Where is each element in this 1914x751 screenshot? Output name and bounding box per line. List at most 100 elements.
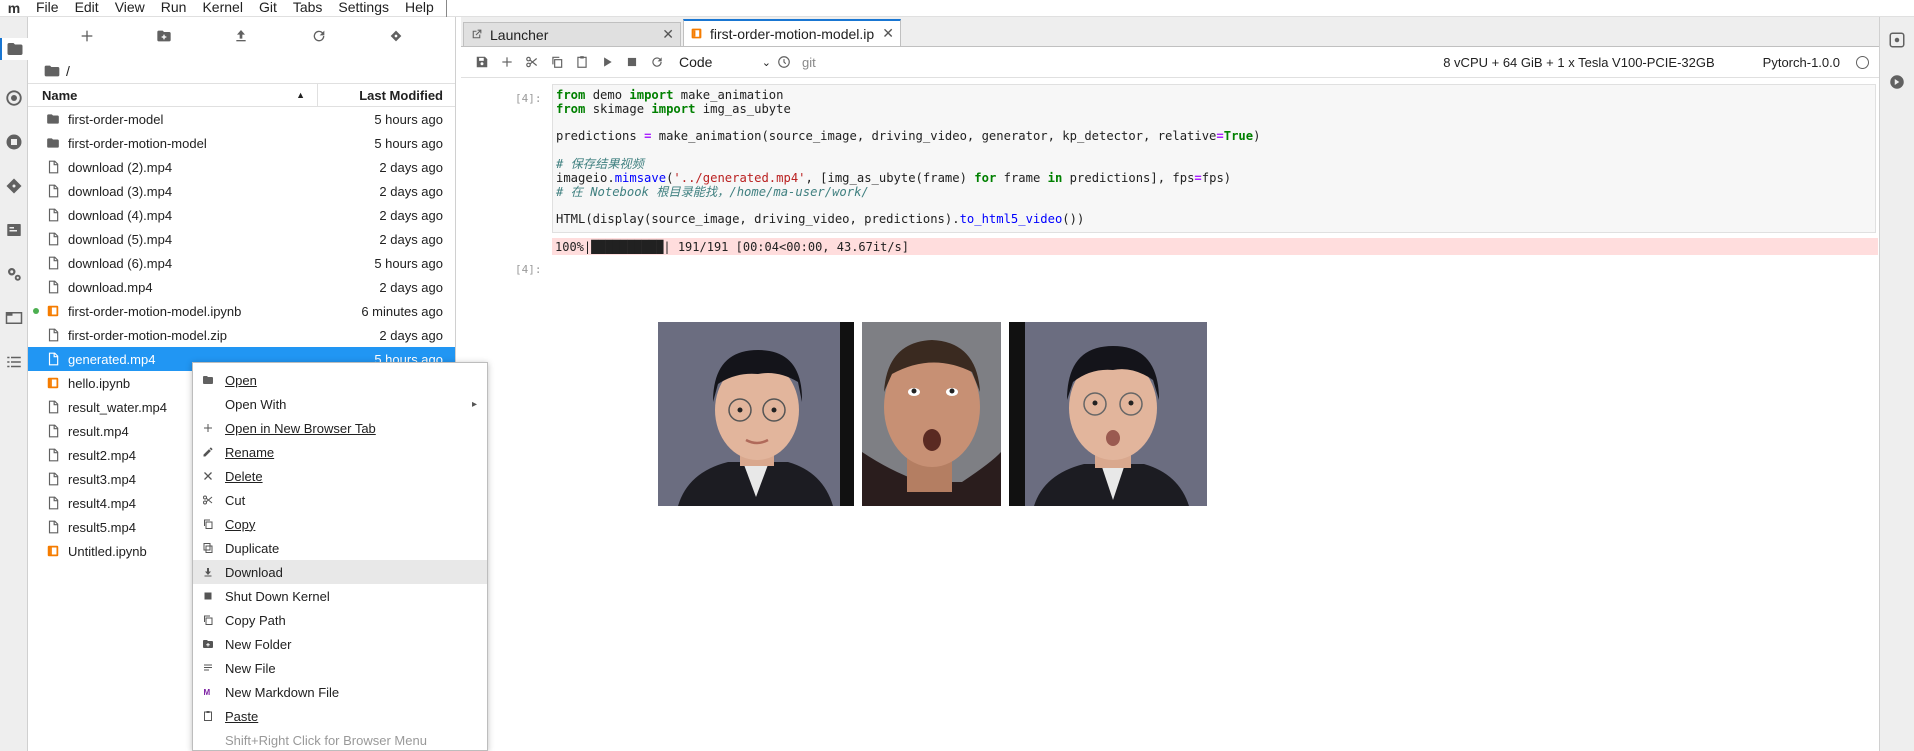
close-icon[interactable]: ✕ [662, 26, 674, 43]
run-icon[interactable] [594, 50, 619, 74]
save-icon[interactable] [469, 50, 494, 74]
menu-item-cut[interactable]: Cut [193, 488, 487, 512]
duplicate-icon [201, 541, 215, 555]
menu-view[interactable]: View [107, 0, 153, 17]
menu-edit[interactable]: Edit [67, 0, 107, 17]
modified-column-header[interactable]: Last Modified [318, 88, 455, 103]
menu-item-label: New Folder [225, 636, 292, 652]
file-row[interactable]: download (3).mp4 2 days ago [28, 179, 455, 203]
file-modified: 2 days ago [379, 279, 443, 295]
tab-launcher-label: Launcher [490, 26, 549, 43]
menu-item-new-file[interactable]: New File [193, 656, 487, 680]
new-launcher-icon[interactable] [79, 28, 95, 49]
code-line: # 在 Notebook 根目录能找，/home/ma-user/work/ [556, 184, 869, 199]
copy-path-icon [201, 613, 215, 627]
menu-item-copy-path[interactable]: Copy Path [193, 608, 487, 632]
plus-icon [201, 421, 215, 435]
menu-item-delete[interactable]: Delete [193, 464, 487, 488]
file-icon [46, 471, 60, 487]
menu-item-open[interactable]: Open [193, 368, 487, 392]
menu-item-new-folder[interactable]: New Folder [193, 632, 487, 656]
root-folder-icon[interactable] [44, 64, 60, 78]
code-cell-editor[interactable]: from demo import make_animation from skim… [552, 84, 1876, 233]
cell-type-dropdown[interactable]: Code ⌄ [679, 54, 771, 70]
paste-icon[interactable] [569, 50, 594, 74]
kernel-name[interactable]: Pytorch-1.0.0 [1763, 55, 1840, 70]
breadcrumb: / [28, 59, 455, 83]
file-list-header: Name ▲ Last Modified [28, 83, 455, 107]
menu-settings[interactable]: Settings [330, 0, 397, 17]
menu-item-label: Open With [225, 396, 287, 412]
svg-text:M: M [204, 688, 211, 697]
new-folder-icon[interactable] [156, 28, 172, 49]
git-clone-icon[interactable] [388, 28, 404, 49]
stop-circle-icon[interactable] [3, 131, 25, 153]
menu-item-paste[interactable]: Paste [193, 704, 487, 728]
menu-item-label: Copy Path [225, 612, 286, 628]
tabs-panel-icon[interactable] [3, 307, 25, 329]
refresh-icon[interactable] [311, 28, 327, 49]
file-icon [46, 327, 60, 343]
menu-run[interactable]: Run [153, 0, 195, 17]
tab-launcher[interactable]: Launcher ✕ [463, 22, 681, 46]
kernel-status-icon [1856, 55, 1869, 69]
notebook-icon [46, 543, 60, 559]
breadcrumb-path[interactable]: / [66, 63, 70, 79]
file-modified: 5 hours ago [374, 255, 443, 271]
tab-notebook[interactable]: first-order-motion-model.ip ✕ [683, 19, 901, 46]
table-of-contents-icon[interactable] [3, 351, 25, 373]
name-column-header[interactable]: Name ▲ [28, 83, 318, 107]
menu-help[interactable]: Help [397, 0, 442, 17]
menu-file[interactable]: File [28, 0, 67, 17]
upload-icon[interactable] [233, 28, 249, 49]
file-row[interactable]: first-order-motion-model.zip 2 days ago [28, 323, 455, 347]
code-line: # 保存结果视频 [556, 156, 644, 171]
output-prompt: [4]: [515, 263, 542, 276]
file-row[interactable]: download (4).mp4 2 days ago [28, 203, 455, 227]
menu-kernel[interactable]: Kernel [194, 0, 250, 17]
file-name: first-order-model [68, 111, 164, 127]
chevron-right-icon: ▸ [471, 398, 477, 410]
driving-video-frame [862, 322, 1001, 506]
menu-item-new-markdown-file[interactable]: M New Markdown File [193, 680, 487, 704]
file-row[interactable]: download (6).mp4 5 hours ago [28, 251, 455, 275]
running-sessions-icon[interactable] [3, 87, 25, 109]
file-row[interactable]: download (5).mp4 2 days ago [28, 227, 455, 251]
file-name: first-order-motion-model.ipynb [68, 303, 242, 319]
stop-icon[interactable] [619, 50, 644, 74]
menu-bar: m File Edit View Run Kernel Git Tabs Set… [0, 0, 1914, 17]
file-row[interactable]: first-order-motion-model.ipynb 6 minutes … [28, 299, 455, 323]
git-label[interactable]: git [802, 55, 816, 70]
insert-cell-icon[interactable] [494, 50, 519, 74]
clock-icon[interactable] [771, 50, 796, 74]
file-row[interactable]: download (2).mp4 2 days ago [28, 155, 455, 179]
source-image-frame [658, 322, 854, 506]
file-name: first-order-motion-model [68, 135, 207, 151]
copy-icon[interactable] [544, 50, 569, 74]
video-output[interactable] [658, 322, 1207, 506]
cut-icon[interactable] [519, 50, 544, 74]
file-row[interactable]: download.mp4 2 days ago [28, 275, 455, 299]
menu-item-copy[interactable]: Copy [193, 512, 487, 536]
menu-item-open-in-new-browser-tab[interactable]: Open in New Browser Tab [193, 416, 487, 440]
gear-icon[interactable] [3, 263, 25, 285]
git-icon[interactable] [3, 175, 25, 197]
file-browser-tab-icon[interactable] [0, 38, 28, 60]
close-icon[interactable]: ✕ [882, 25, 894, 42]
menu-item-rename[interactable]: Rename [193, 440, 487, 464]
file-row[interactable]: first-order-model 5 hours ago [28, 107, 455, 131]
menu-item-duplicate[interactable]: Duplicate [193, 536, 487, 560]
restart-icon[interactable] [644, 50, 669, 74]
chevron-down-icon: ⌄ [761, 56, 771, 69]
menu-item-shut-down-kernel[interactable]: Shut Down Kernel [193, 584, 487, 608]
menu-item-download[interactable]: Download [193, 560, 487, 584]
menu-item-label: Download [225, 564, 283, 580]
debugger-icon[interactable] [1888, 73, 1908, 93]
menu-tabs[interactable]: Tabs [285, 0, 331, 17]
menu-git[interactable]: Git [251, 0, 285, 17]
property-inspector-icon[interactable] [3, 219, 25, 241]
file-row[interactable]: first-order-motion-model 5 hours ago [28, 131, 455, 155]
property-inspector-icon[interactable] [1888, 31, 1908, 51]
menu-item-open-with[interactable]: Open With ▸ [193, 392, 487, 416]
